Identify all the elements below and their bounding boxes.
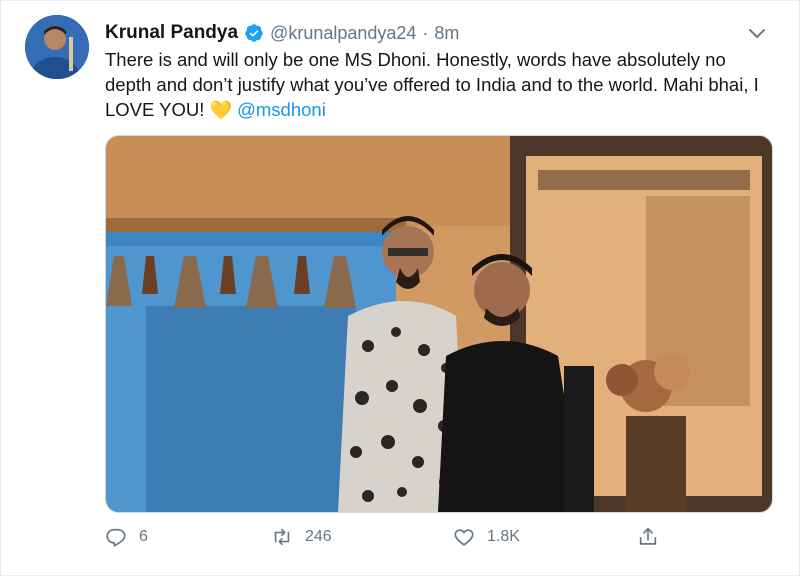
timestamp[interactable]: 8m bbox=[434, 23, 459, 44]
retweet-icon bbox=[274, 528, 290, 546]
retweet-button[interactable]: 246 bbox=[271, 523, 332, 551]
tweet-card: Krunal Pandya @krunalpandya24 · 8m There… bbox=[0, 0, 800, 576]
reply-button[interactable]: 6 bbox=[105, 523, 148, 551]
chevron-down-icon[interactable] bbox=[745, 21, 769, 45]
avatar-photo bbox=[25, 15, 89, 79]
like-count: 1.8K bbox=[487, 528, 520, 545]
heart-icon bbox=[454, 529, 474, 546]
tweet-text: There is and will only be one MS Dhoni. … bbox=[105, 47, 775, 123]
mention-link[interactable]: @msdhoni bbox=[237, 99, 326, 120]
reply-count: 6 bbox=[139, 528, 148, 545]
yellow-heart-emoji: 💛 bbox=[209, 100, 232, 120]
share-icon bbox=[639, 527, 657, 545]
user-handle[interactable]: @krunalpandya24 bbox=[270, 23, 416, 44]
display-name[interactable]: Krunal Pandya bbox=[105, 22, 238, 44]
retweet-count: 246 bbox=[305, 528, 332, 545]
tweet-photo[interactable] bbox=[105, 135, 773, 513]
separator-dot: · bbox=[422, 22, 429, 43]
like-button[interactable]: 1.8K bbox=[453, 523, 520, 551]
photo-two-men bbox=[106, 136, 772, 512]
tweet-text-main: There is and will only be one MS Dhoni. … bbox=[105, 49, 759, 120]
profile-avatar[interactable] bbox=[25, 15, 89, 79]
reply-icon bbox=[106, 528, 126, 547]
tweet-actions: 6 246 1.8K bbox=[105, 523, 665, 551]
verified-badge-icon bbox=[245, 24, 263, 42]
tweet-header: Krunal Pandya @krunalpandya24 · 8m bbox=[105, 19, 739, 47]
share-button[interactable] bbox=[637, 523, 659, 551]
